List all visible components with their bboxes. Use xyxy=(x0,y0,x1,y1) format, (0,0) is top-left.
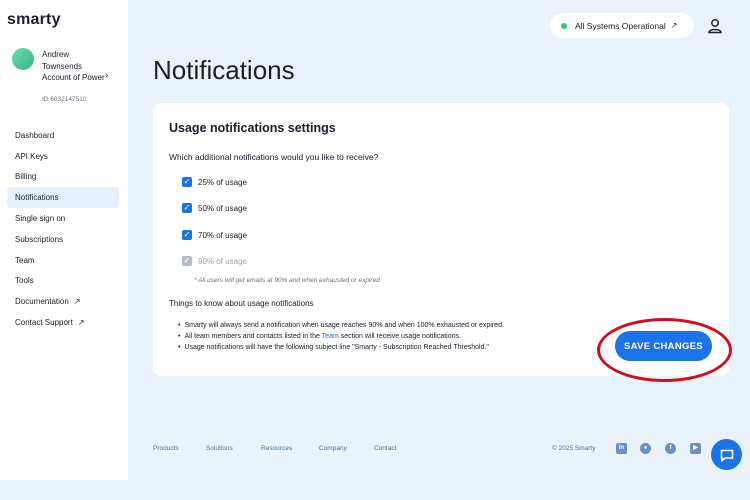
github-icon[interactable]: ● xyxy=(640,443,651,454)
sidebar-item-label: Billing xyxy=(15,172,37,182)
option-label: 50% of usage xyxy=(198,203,247,213)
avatar xyxy=(12,48,34,70)
footer-link-products[interactable]: Products xyxy=(153,445,179,452)
external-link-icon: ↗ xyxy=(670,21,678,30)
option-label: 25% of usage xyxy=(198,177,247,187)
option-90-percent: ✓ 90% of usage xyxy=(182,255,247,267)
account-name: Andrew Townsends Account of Power xyxy=(42,50,105,82)
user-icon[interactable] xyxy=(706,17,724,35)
youtube-icon[interactable]: ▶ xyxy=(690,443,701,454)
list-item: Usage notifications will have the follow… xyxy=(178,342,504,353)
sidebar-item-label: Dashboard xyxy=(15,130,55,140)
option-70-percent[interactable]: ✓ 70% of usage xyxy=(182,229,247,241)
footer-link-solutions[interactable]: Solutions xyxy=(206,445,233,452)
footer-link-company[interactable]: Company xyxy=(319,445,347,452)
list-item-text: section will receive usage notifications… xyxy=(338,333,461,340)
sidebar-item-dashboard[interactable]: Dashboard xyxy=(7,125,119,146)
option-label: 90% of usage xyxy=(198,256,247,266)
chevron-right-icon: › xyxy=(105,70,109,81)
footer-link-resources[interactable]: Resources xyxy=(261,445,292,452)
footer: Products Solutions Resources Company Con… xyxy=(128,440,750,460)
checkbox-checked-icon[interactable]: ✓ xyxy=(182,230,192,240)
list-item-text: All team members and contacts listed in … xyxy=(184,333,322,340)
sidebar-item-label: Single sign on xyxy=(15,214,66,224)
system-status-label: All Systems Operational xyxy=(575,20,666,31)
facebook-icon[interactable]: f xyxy=(665,443,676,454)
chat-icon xyxy=(720,449,733,462)
sidebar: smarty Andrew Townsends Account of Power… xyxy=(0,0,128,480)
sidebar-item-label: Contact Support xyxy=(15,318,73,328)
list-item: All team members and contacts listed in … xyxy=(178,331,504,342)
sidebar-item-documentation[interactable]: Documentation ↗ xyxy=(7,291,119,312)
sidebar-item-label: Team xyxy=(15,255,35,265)
checkbox-checked-icon[interactable]: ✓ xyxy=(182,203,192,213)
sidebar-item-api-keys[interactable]: API Keys xyxy=(7,146,119,167)
sidebar-item-label: Notifications xyxy=(15,193,59,203)
smarty-logo[interactable]: smarty xyxy=(7,11,61,29)
save-changes-button[interactable]: SAVE CHANGES xyxy=(615,331,712,361)
sidebar-item-label: Documentation xyxy=(15,297,69,307)
option-25-percent[interactable]: ✓ 25% of usage xyxy=(182,176,247,188)
account-id: ID 6032147510 xyxy=(42,96,87,103)
option-label: 70% of usage xyxy=(198,230,247,240)
usage-notifications-card: Usage notifications settings Which addit… xyxy=(153,103,729,376)
sidebar-item-label: Tools xyxy=(15,276,34,286)
checkbox-checked-icon[interactable]: ✓ xyxy=(182,177,192,187)
info-list: Smarty will always send a notification w… xyxy=(178,320,504,353)
notifications-question: Which additional notifications would you… xyxy=(169,152,379,162)
external-link-icon: ↗ xyxy=(73,297,81,307)
sidebar-item-billing[interactable]: Billing xyxy=(7,167,119,188)
team-link[interactable]: Team xyxy=(322,333,339,340)
checkbox-disabled-icon: ✓ xyxy=(182,256,192,266)
page-title: Notifications xyxy=(153,55,295,85)
sidebar-item-label: Subscriptions xyxy=(15,234,64,244)
sidebar-item-subscriptions[interactable]: Subscriptions xyxy=(7,229,119,250)
status-indicator-dot xyxy=(561,22,567,29)
sidebar-item-notifications[interactable]: Notifications xyxy=(7,187,119,209)
sidebar-item-label: API Keys xyxy=(15,151,48,161)
card-title: Usage notifications settings xyxy=(169,121,336,135)
list-item: Smarty will always send a notification w… xyxy=(178,320,503,331)
copyright: © 2025 Smarty xyxy=(552,445,596,452)
linkedin-icon[interactable]: in xyxy=(616,443,627,454)
system-status-link[interactable]: All Systems Operational ↗ xyxy=(550,13,694,38)
chat-support-button[interactable] xyxy=(711,439,742,470)
sidebar-item-single-sign-on[interactable]: Single sign on xyxy=(7,208,119,229)
external-link-icon: ↗ xyxy=(77,318,85,328)
sidebar-item-team[interactable]: Team xyxy=(7,250,119,271)
sidebar-nav: Dashboard API Keys Billing Notifications… xyxy=(7,125,119,333)
sidebar-item-contact-support[interactable]: Contact Support ↗ xyxy=(7,312,119,333)
sidebar-item-tools[interactable]: Tools xyxy=(7,271,119,292)
footer-link-contact[interactable]: Contact xyxy=(374,445,396,452)
usage-note: * All users will get emails at 90% and w… xyxy=(194,277,380,284)
things-to-know-title: Things to know about usage notifications xyxy=(169,299,314,308)
option-50-percent[interactable]: ✓ 50% of usage xyxy=(182,202,247,214)
